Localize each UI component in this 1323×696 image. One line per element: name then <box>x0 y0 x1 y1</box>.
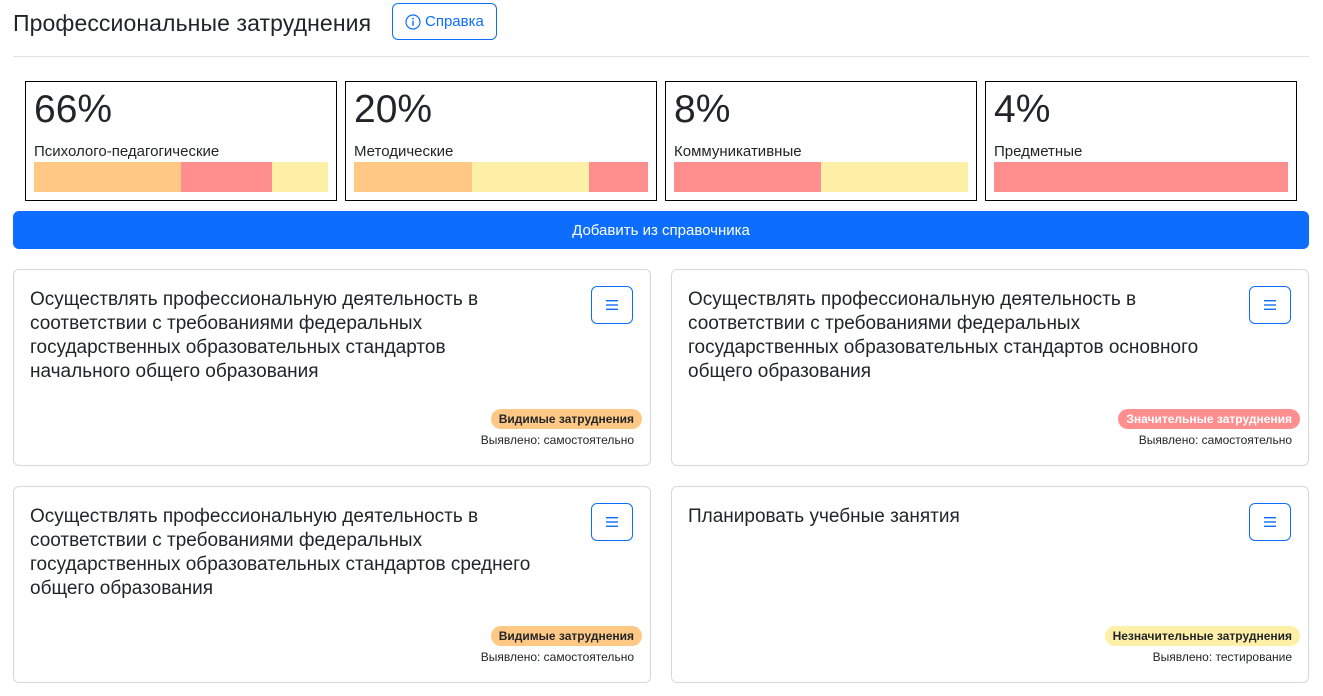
add-from-directory-button[interactable]: Добавить из справочника <box>13 211 1309 249</box>
stat-label: Психолого-педагогические <box>34 143 220 160</box>
difficulty-badge: Видимые затруднения <box>490 409 642 429</box>
difficulty-badge: Незначительные затруднения <box>1104 626 1300 646</box>
card-menu-button[interactable] <box>591 286 633 324</box>
page-title: Профессиональные затруднения <box>13 10 372 36</box>
stat-label: Методические <box>354 143 454 160</box>
stat-bar <box>994 162 1288 192</box>
help-button[interactable]: Справка <box>392 3 497 40</box>
stat-value: 4% <box>994 88 1051 131</box>
stat-card-methodical: 20% Методические <box>345 81 657 201</box>
identified-source: Выявлено: самостоятельно <box>1138 433 1292 447</box>
stat-bar-segment-orange <box>354 162 472 192</box>
menu-icon <box>1264 517 1276 527</box>
stat-bar-segment-orange <box>34 162 181 192</box>
stat-value: 20% <box>354 88 433 131</box>
stat-bar-segment-red <box>181 162 273 192</box>
page: Профессиональные затруднения Справка 66%… <box>0 0 1323 696</box>
info-icon <box>405 13 421 30</box>
card-title: Осуществлять профессиональную деятельнос… <box>30 289 479 382</box>
difficulty-badge: Значительные затруднения <box>1118 409 1300 429</box>
difficulty-card: Осуществлять профессиональную деятельнос… <box>13 486 651 683</box>
identified-source: Выявлено: самостоятельно <box>480 650 634 664</box>
identified-source: Выявлено: самостоятельно <box>480 433 634 447</box>
card-menu-button[interactable] <box>1249 286 1291 324</box>
menu-icon <box>606 300 618 310</box>
card-menu-button[interactable] <box>1249 503 1291 541</box>
page-header: Профессиональные затруднения Справка <box>13 0 1309 57</box>
card-title: Осуществлять профессиональную деятельнос… <box>30 506 531 599</box>
stat-label: Коммуникативные <box>674 143 802 160</box>
stat-bar-segment-yellow <box>821 162 968 192</box>
difficulty-card: Осуществлять профессиональную деятельнос… <box>13 269 651 466</box>
stat-bar-segment-red <box>674 162 821 192</box>
menu-icon <box>606 517 618 527</box>
card-menu-button[interactable] <box>591 503 633 541</box>
difficulty-badge: Видимые затруднения <box>490 626 642 646</box>
card-title: Осуществлять профессиональную деятельнос… <box>688 289 1199 382</box>
stat-card-communicative: 8% Коммуникативные <box>665 81 977 201</box>
stat-label: Предметные <box>994 143 1083 160</box>
card-title: Планировать учебные занятия <box>688 506 960 527</box>
identified-source: Выявлено: тестирование <box>1152 650 1292 664</box>
stat-card-psychological: 66% Психолого-педагогические <box>25 81 337 201</box>
stat-value: 8% <box>674 88 731 131</box>
menu-icon <box>1264 300 1276 310</box>
stat-bar-segment-yellow <box>471 162 590 192</box>
help-button-label: Справка <box>425 13 484 30</box>
stat-value: 66% <box>34 88 113 131</box>
stat-card-subject: 4% Предметные <box>985 81 1297 201</box>
difficulty-card: Осуществлять профессиональную деятельнос… <box>671 269 1309 466</box>
stat-bar <box>674 162 968 192</box>
difficulty-card: Планировать учебные занятия Незначительн… <box>671 486 1309 683</box>
stat-bar-segment-yellow <box>272 162 328 192</box>
stat-bar <box>34 162 328 192</box>
stat-bar <box>354 162 648 192</box>
stat-bar-segment-red <box>994 162 1288 192</box>
stat-bar-segment-red <box>589 162 648 192</box>
